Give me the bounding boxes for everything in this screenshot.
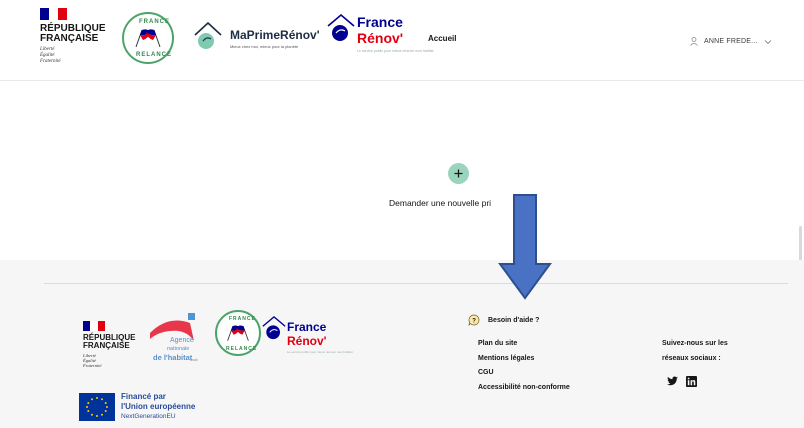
footer-france-renov-logo[interactable]: France Rénov' Le service public pour mie… — [262, 315, 353, 361]
footer-rf-motto: Liberté Égalité Fraternité — [83, 353, 143, 368]
maprimerenov-subtitle: Mieux chez moi, mieux pour la planète — [230, 44, 299, 49]
france-relance-logo: FRANCE RELANCE — [122, 12, 174, 64]
help-label: Besoin d'aide ? — [488, 316, 540, 324]
footer-relance-seal-bottom: RELANCE — [226, 346, 258, 352]
eu-line3: NextGenerationEU — [121, 413, 176, 420]
relance-seal-top: FRANCE — [139, 19, 170, 25]
footer-france-renov-house-icon — [262, 315, 286, 340]
anah-line1: Agence — [170, 337, 194, 344]
user-name: ANNE FREDE... — [704, 38, 758, 45]
footer-france-renov-line1: France — [287, 320, 327, 334]
social-section: Suivez-nous sur les réseaux sociaux : — [662, 337, 762, 387]
footer-link-accessibility[interactable]: Accessibilité non-conforme — [478, 381, 570, 396]
annotation-arrow-down-icon — [498, 194, 552, 300]
header-divider — [0, 80, 804, 81]
footer-link-sitemap[interactable]: Plan du site — [478, 337, 570, 352]
twitter-icon[interactable] — [667, 376, 678, 387]
nav-home-link[interactable]: Accueil — [428, 34, 456, 43]
eu-line2: l'Union européenne — [121, 402, 196, 411]
france-renov-line2: Rénov' — [357, 30, 404, 46]
footer-france-renov-tagline: Le service public pour mieux rénover mon… — [287, 350, 353, 354]
eu-line1: Financé par — [121, 392, 166, 401]
footer-republique-francaise-logo[interactable]: RÉPUBLIQUE FRANÇAISE Liberté Égalité Fra… — [83, 321, 143, 368]
maprimerenov-title: MaPrimeRénov' — [230, 28, 320, 42]
eu-flag-icon — [79, 393, 115, 421]
plus-icon — [454, 169, 463, 178]
footer-link-cgu[interactable]: CGU — [478, 366, 570, 381]
rf-line-2: FRANÇAISE — [40, 33, 99, 44]
republique-francaise-logo[interactable]: RÉPUBLIQUE FRANÇAISE Liberté Égalité Fra… — [40, 8, 110, 65]
eu-funding-logo: Financé par l'Union européenne NextGener… — [79, 392, 195, 422]
france-renov-logo[interactable]: France Rénov' Le service public pour mie… — [327, 13, 433, 67]
france-renov-line1: France — [357, 14, 403, 30]
footer-divider — [44, 283, 788, 284]
footer-link-legal[interactable]: Mentions légales — [478, 352, 570, 367]
rf-motto: Liberté Égalité Fraternité — [40, 47, 110, 65]
footer-rf-line-2: FRANÇAISE — [83, 341, 130, 350]
chevron-down-icon — [764, 39, 771, 44]
anah-logo[interactable]: Agence nationale de l'habitat anah — [150, 313, 206, 371]
france-renov-house-icon — [327, 13, 355, 41]
marianne-flag-icon — [40, 8, 67, 20]
relance-flags-icon — [135, 29, 161, 48]
user-icon — [690, 37, 698, 46]
eu-text: Financé par l'Union européenne NextGener… — [121, 392, 195, 422]
anah-small: anah — [190, 358, 198, 362]
anah-line3: de l'habitat — [153, 353, 193, 362]
add-request-button[interactable] — [448, 163, 469, 184]
footer-motto-fraternite: Fraternité — [83, 363, 102, 368]
social-label-2: réseaux sociaux : — [662, 354, 721, 362]
footer-relance-seal-top: FRANCE — [229, 316, 256, 322]
social-label-1: Suivez-nous sur les — [662, 340, 728, 347]
anah-line2: nationale — [167, 346, 190, 352]
help-link[interactable]: ? Besoin d'aide ? — [468, 314, 539, 326]
motto-fraternite: Fraternité — [40, 59, 61, 64]
svg-text:?: ? — [472, 318, 476, 324]
maprimerenov-house-icon — [194, 21, 222, 49]
france-renov-tagline: Le service public pour mieux rénover mon… — [357, 49, 434, 53]
footer-france-renov-line2: Rénov' — [287, 334, 327, 348]
footer-marianne-flag-icon — [83, 321, 105, 331]
site-footer: RÉPUBLIQUE FRANÇAISE Liberté Égalité Fra… — [0, 260, 804, 428]
footer-france-relance-logo: FRANCE RELANCE — [215, 310, 261, 356]
help-bubble-icon: ? — [468, 314, 480, 326]
footer-links: Plan du site Mentions légales CGU Access… — [478, 337, 570, 395]
linkedin-icon[interactable] — [686, 376, 697, 387]
footer-relance-flags-icon — [227, 325, 249, 341]
relance-seal-bottom: RELANCE — [136, 52, 173, 58]
social-icons — [667, 376, 762, 387]
user-account-menu[interactable]: ANNE FREDE... — [690, 37, 772, 46]
new-request-label[interactable]: Demander une nouvelle pri — [389, 198, 491, 208]
site-header: RÉPUBLIQUE FRANÇAISE Liberté Égalité Fra… — [0, 0, 804, 80]
